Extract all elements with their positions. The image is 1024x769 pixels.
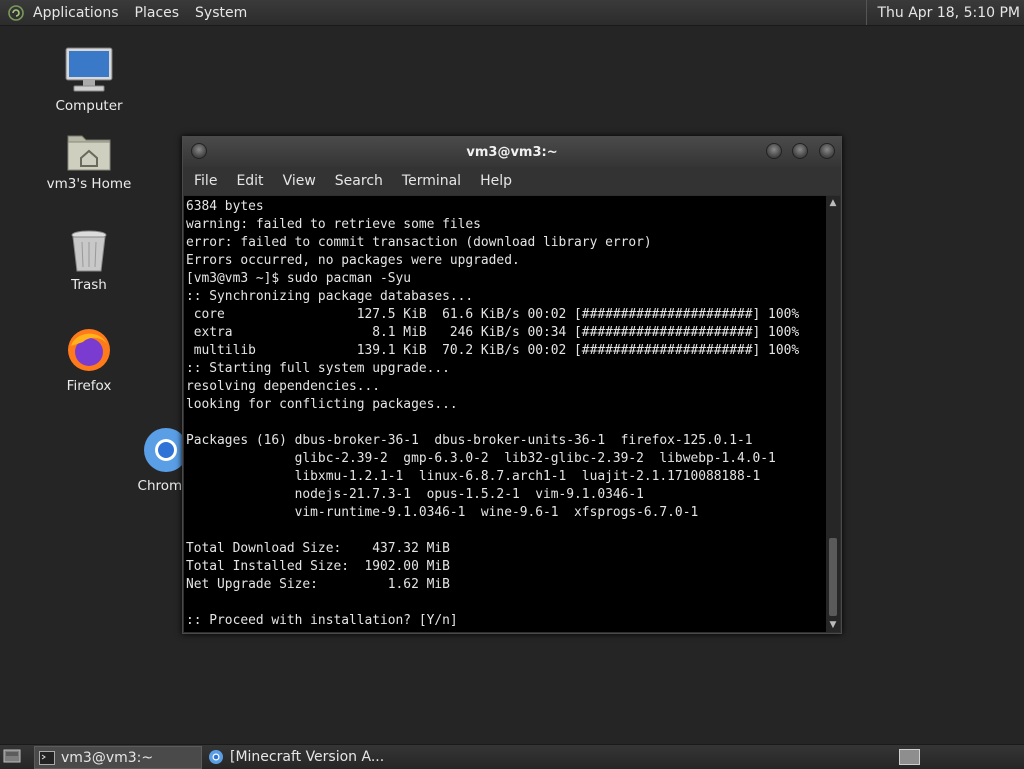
terminal-line: [vm3@vm3 ~]$ sudo pacman -Syu xyxy=(186,271,412,286)
desktop-icon-trash[interactable]: Trash xyxy=(29,229,149,293)
terminal-line: Packages (16) dbus-broker-36-1 dbus-brok… xyxy=(186,433,753,448)
terminal-line: libxmu-1.2.1-1 linux-6.8.7.arch1-1 luaji… xyxy=(186,469,761,484)
minimize-button[interactable] xyxy=(766,143,782,159)
close-button[interactable] xyxy=(819,143,835,159)
top-panel: Applications Places System Thu Apr 18, 5… xyxy=(0,0,1024,26)
window-title: vm3@vm3:~ xyxy=(466,145,558,160)
terminal-line: glibc-2.39-2 gmp-6.3.0-2 lib32-glibc-2.3… xyxy=(186,451,776,466)
distro-logo-icon xyxy=(8,4,24,21)
terminal-window[interactable]: vm3@vm3:~ File Edit View Search Terminal… xyxy=(182,136,842,634)
menu-help[interactable]: Help xyxy=(480,173,512,189)
terminal-line: 6384 bytes xyxy=(186,199,264,214)
bottom-panel: vm3@vm3:~ [Minecraft Version A... xyxy=(0,744,1024,769)
menu-search[interactable]: Search xyxy=(335,173,383,189)
desktop-icon-label: Firefox xyxy=(66,378,112,394)
firefox-icon xyxy=(68,329,110,371)
terminal-line: error: failed to commit transaction (dow… xyxy=(186,235,652,250)
menu-view[interactable]: View xyxy=(283,173,316,189)
desktop-icon-firefox[interactable]: Firefox xyxy=(29,326,149,394)
scroll-down-arrow-icon[interactable]: ▼ xyxy=(826,618,840,632)
desktop-icon-label: Computer xyxy=(55,98,123,114)
workspace-switcher[interactable] xyxy=(899,749,920,765)
system-menu[interactable]: System xyxy=(195,5,247,21)
terminal-text: 6384 bytes warning: failed to retrieve s… xyxy=(184,196,826,630)
taskbar-item-label: [Minecraft Version A... xyxy=(230,748,385,765)
terminal-line: core 127.5 KiB 61.6 KiB/s 00:02 [#######… xyxy=(186,307,800,322)
trash-icon xyxy=(71,230,107,272)
terminal-line: warning: failed to retrieve some files xyxy=(186,217,481,232)
home-folder-icon xyxy=(67,135,111,171)
terminal-line: resolving dependencies... xyxy=(186,379,381,394)
chromium-icon xyxy=(209,749,223,764)
terminal-line: nodejs-21.7.3-1 opus-1.5.2-1 vim-9.1.034… xyxy=(186,487,644,502)
terminal-line: :: Starting full system upgrade... xyxy=(186,361,450,376)
terminal-menubar: File Edit View Search Terminal Help xyxy=(183,167,841,195)
terminal-line: looking for conflicting packages... xyxy=(186,397,458,412)
window-titlebar[interactable]: vm3@vm3:~ xyxy=(183,137,841,167)
terminal-output[interactable]: 6384 bytes warning: failed to retrieve s… xyxy=(184,196,826,632)
places-menu[interactable]: Places xyxy=(135,5,180,21)
maximize-button[interactable] xyxy=(792,143,808,159)
desktop-icon-home[interactable]: vm3's Home xyxy=(29,128,149,192)
taskbar-item-terminal[interactable]: vm3@vm3:~ xyxy=(34,746,202,769)
scroll-up-arrow-icon[interactable]: ▲ xyxy=(826,196,840,210)
applications-menu[interactable]: Applications xyxy=(33,5,119,21)
taskbar-item-label: vm3@vm3:~ xyxy=(61,749,154,766)
terminal-line: :: Proceed with installation? [Y/n] xyxy=(186,613,458,628)
computer-icon xyxy=(65,47,113,92)
desktop-icon-computer[interactable]: Computer xyxy=(29,46,149,114)
terminal-line: Net Upgrade Size: 1.62 MiB xyxy=(186,577,450,592)
terminal-icon xyxy=(39,750,55,765)
clock[interactable]: Thu Apr 18, 5:10 PM xyxy=(866,0,1020,25)
desktop-icon-label: Trash xyxy=(71,277,107,293)
terminal-line: multilib 139.1 KiB 70.2 KiB/s 00:02 [###… xyxy=(186,343,800,358)
terminal-line: extra 8.1 MiB 246 KiB/s 00:34 [#########… xyxy=(186,325,800,340)
terminal-scrollbar[interactable]: ▲ ▼ xyxy=(826,196,840,632)
terminal-line: :: Synchronizing package databases... xyxy=(186,289,474,304)
menu-edit[interactable]: Edit xyxy=(236,173,263,189)
desktop-icon-label: vm3's Home xyxy=(46,176,132,192)
terminal-line: Total Installed Size: 1902.00 MiB xyxy=(186,559,450,574)
menu-terminal[interactable]: Terminal xyxy=(402,173,461,189)
menu-file[interactable]: File xyxy=(194,173,217,189)
terminal-line: Total Download Size: 437.32 MiB xyxy=(186,541,450,556)
terminal-line: vim-runtime-9.1.0346-1 wine-9.6-1 xfspro… xyxy=(186,505,699,520)
menu-launch: Applications Places System xyxy=(0,5,263,21)
terminal-line: Errors occurred, no packages were upgrad… xyxy=(186,253,520,268)
show-desktop-icon[interactable] xyxy=(3,748,21,764)
taskbar-item-minecraft[interactable]: [Minecraft Version A... xyxy=(204,746,434,767)
scrollbar-thumb[interactable] xyxy=(829,538,837,616)
